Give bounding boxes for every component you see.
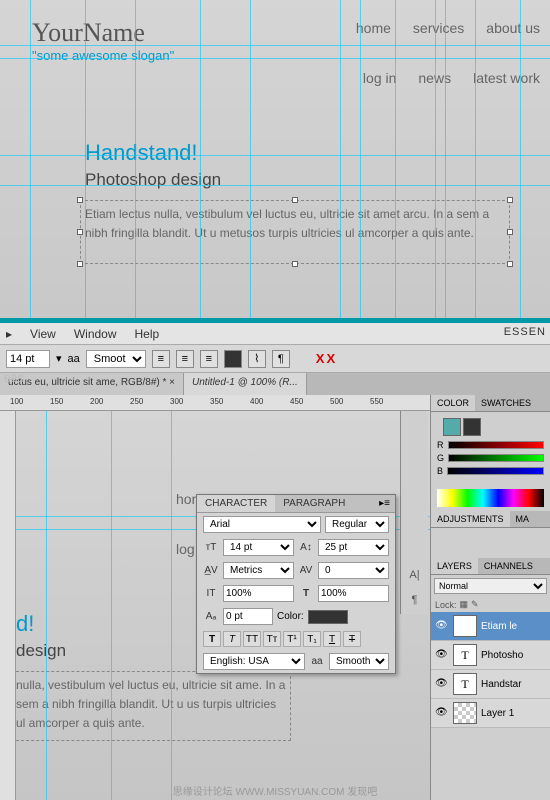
tab-color[interactable]: COLOR (431, 395, 475, 411)
leading-icon: A↕ (298, 541, 314, 555)
aa-mode-select[interactable]: Smooth (329, 653, 389, 670)
menu-help[interactable]: Help (135, 327, 160, 341)
font-style-select[interactable]: Regular (325, 516, 389, 533)
hscale-icon: T (298, 587, 314, 601)
tab-masks[interactable]: MA (510, 511, 536, 527)
menu-view[interactable]: View (30, 327, 56, 341)
eye-icon[interactable]: 👁 (435, 678, 449, 690)
para-icon[interactable]: ¶ (404, 589, 426, 611)
workspace-label[interactable]: ESSEN (504, 326, 546, 338)
bg-swatch[interactable] (463, 418, 481, 436)
hscale-input[interactable] (318, 585, 389, 602)
subscript-button[interactable]: T₁ (303, 631, 321, 647)
baseline-icon: Aₐ (203, 610, 219, 624)
layer-row[interactable]: 👁Layer 1 (431, 699, 550, 728)
blend-mode-select[interactable]: Normal (434, 578, 547, 594)
align-left-icon[interactable]: ≡ (152, 350, 170, 368)
tab-channels[interactable]: CHANNELS (478, 558, 539, 574)
r-slider[interactable] (448, 441, 545, 449)
baseline-input[interactable] (223, 608, 273, 625)
document-tabs: uctus eu, ultricie sit ame, RGB/8#) * × … (0, 373, 550, 395)
logo-text: YourName (32, 18, 145, 48)
tracking-icon: AV (298, 564, 314, 578)
doc-tab-2[interactable]: Untitled-1 @ 100% (R... (184, 373, 307, 395)
aa-label: aa (68, 353, 80, 365)
xx-label: XX (316, 351, 337, 366)
eye-icon[interactable]: 👁 (435, 707, 449, 719)
aa-icon: aa (309, 655, 325, 669)
menu-window[interactable]: Window (74, 327, 117, 341)
vscale-icon: IT (203, 587, 219, 601)
superscript-button[interactable]: T¹ (283, 631, 301, 647)
tracking-select[interactable]: 0 (318, 562, 389, 579)
nav-home[interactable]: home (356, 20, 391, 36)
smallcaps-button[interactable]: Tᴛ (263, 631, 281, 647)
size-icon: тT (203, 541, 219, 555)
ruler-vertical (0, 411, 16, 800)
color-panel: R G B (431, 412, 550, 485)
doc-tab-1[interactable]: uctus eu, ultricie sit ame, RGB/8#) * × (0, 373, 184, 395)
tab-swatches[interactable]: SWATCHES (475, 395, 537, 411)
kerning-select[interactable]: Metrics (223, 562, 294, 579)
char-icon[interactable]: A| (404, 564, 426, 586)
options-bar: ▾ aa Smooth ≡ ≡ ≡ ⌇ ¶ XX (0, 345, 550, 373)
underline-button[interactable]: T (323, 631, 341, 647)
faux-bold-button[interactable]: T (203, 631, 221, 647)
allcaps-button[interactable]: TT (243, 631, 261, 647)
nav-login[interactable]: log in (363, 70, 396, 86)
bbs-watermark: BBS (4, 374, 24, 385)
faux-italic-button[interactable]: T (223, 631, 241, 647)
layer-row[interactable]: 👁THandstar (431, 670, 550, 699)
lock-paint-icon[interactable]: ✎ (471, 599, 479, 610)
tab-paragraph[interactable]: PARAGRAPH (275, 495, 353, 512)
aa-select[interactable]: Smooth (86, 350, 146, 368)
text-color-swatch[interactable] (308, 610, 348, 624)
vscale-input[interactable] (223, 585, 294, 602)
lock-pixels-icon[interactable]: ▦ (460, 599, 469, 610)
nav-services[interactable]: services (413, 20, 464, 36)
panel-menu-icon[interactable]: ▸≡ (374, 495, 395, 512)
eye-icon[interactable]: 👁 (435, 649, 449, 661)
text-color-icon[interactable] (224, 350, 242, 368)
align-center-icon[interactable]: ≡ (176, 350, 194, 368)
tab-adjustments[interactable]: ADJUSTMENTS (431, 511, 510, 527)
subhead-2: design (16, 641, 66, 661)
character-panel[interactable]: CHARACTER PARAGRAPH ▸≡ Arial Regular тT 1… (196, 494, 396, 674)
warp-text-icon[interactable]: ⌇ (248, 350, 266, 368)
right-panel-column: COLOR SWATCHES R G B ADJUSTMENTS MA LAYE… (430, 395, 550, 800)
menu-icon[interactable]: ▸ (6, 327, 12, 341)
leading-select[interactable]: 25 pt (318, 539, 389, 556)
spectrum-bar[interactable] (437, 489, 544, 507)
design-canvas-top: YourName "some awesome slogan" home serv… (0, 0, 550, 320)
g-slider[interactable] (448, 454, 544, 462)
font-family-select[interactable]: Arial (203, 516, 321, 533)
nav-secondary: log in news latest work (363, 70, 540, 86)
language-select[interactable]: English: USA (203, 653, 305, 670)
nav-primary: home services about us (356, 20, 540, 36)
tab-character[interactable]: CHARACTER (197, 495, 275, 512)
menu-bar: ▸ View Window Help ESSEN (0, 323, 550, 345)
fg-swatch[interactable] (443, 418, 461, 436)
eye-icon[interactable]: 👁 (435, 620, 449, 632)
strike-button[interactable]: T (343, 631, 361, 647)
font-size-select[interactable]: 14 pt (223, 539, 294, 556)
watermark-text: 思缘设计论坛 WWW.MISSYUAN.COM 发现吧 (0, 783, 550, 798)
char-panel-icon[interactable]: ¶ (272, 350, 290, 368)
tab-layers[interactable]: LAYERS (431, 558, 478, 574)
kerning-icon: A̲V (203, 564, 219, 578)
slogan-text: "some awesome slogan" (32, 48, 174, 63)
layers-panel: Normal Lock:▦✎ 👁TEtiam le 👁TPhotosho 👁TH… (431, 575, 550, 775)
align-right-icon[interactable]: ≡ (200, 350, 218, 368)
b-slider[interactable] (447, 467, 544, 475)
layer-row[interactable]: 👁TEtiam le (431, 612, 550, 641)
color-label: Color: (277, 611, 304, 622)
headline-2: d! (16, 611, 34, 637)
layer-row[interactable]: 👁TPhotosho (431, 641, 550, 670)
nav-work[interactable]: latest work (473, 70, 540, 86)
headline: Handstand! (85, 140, 198, 166)
side-icon-strip: A| ¶ (400, 411, 428, 614)
font-size-input[interactable] (6, 350, 50, 368)
nav-about[interactable]: about us (486, 20, 540, 36)
selection-box-2[interactable] (16, 671, 291, 741)
